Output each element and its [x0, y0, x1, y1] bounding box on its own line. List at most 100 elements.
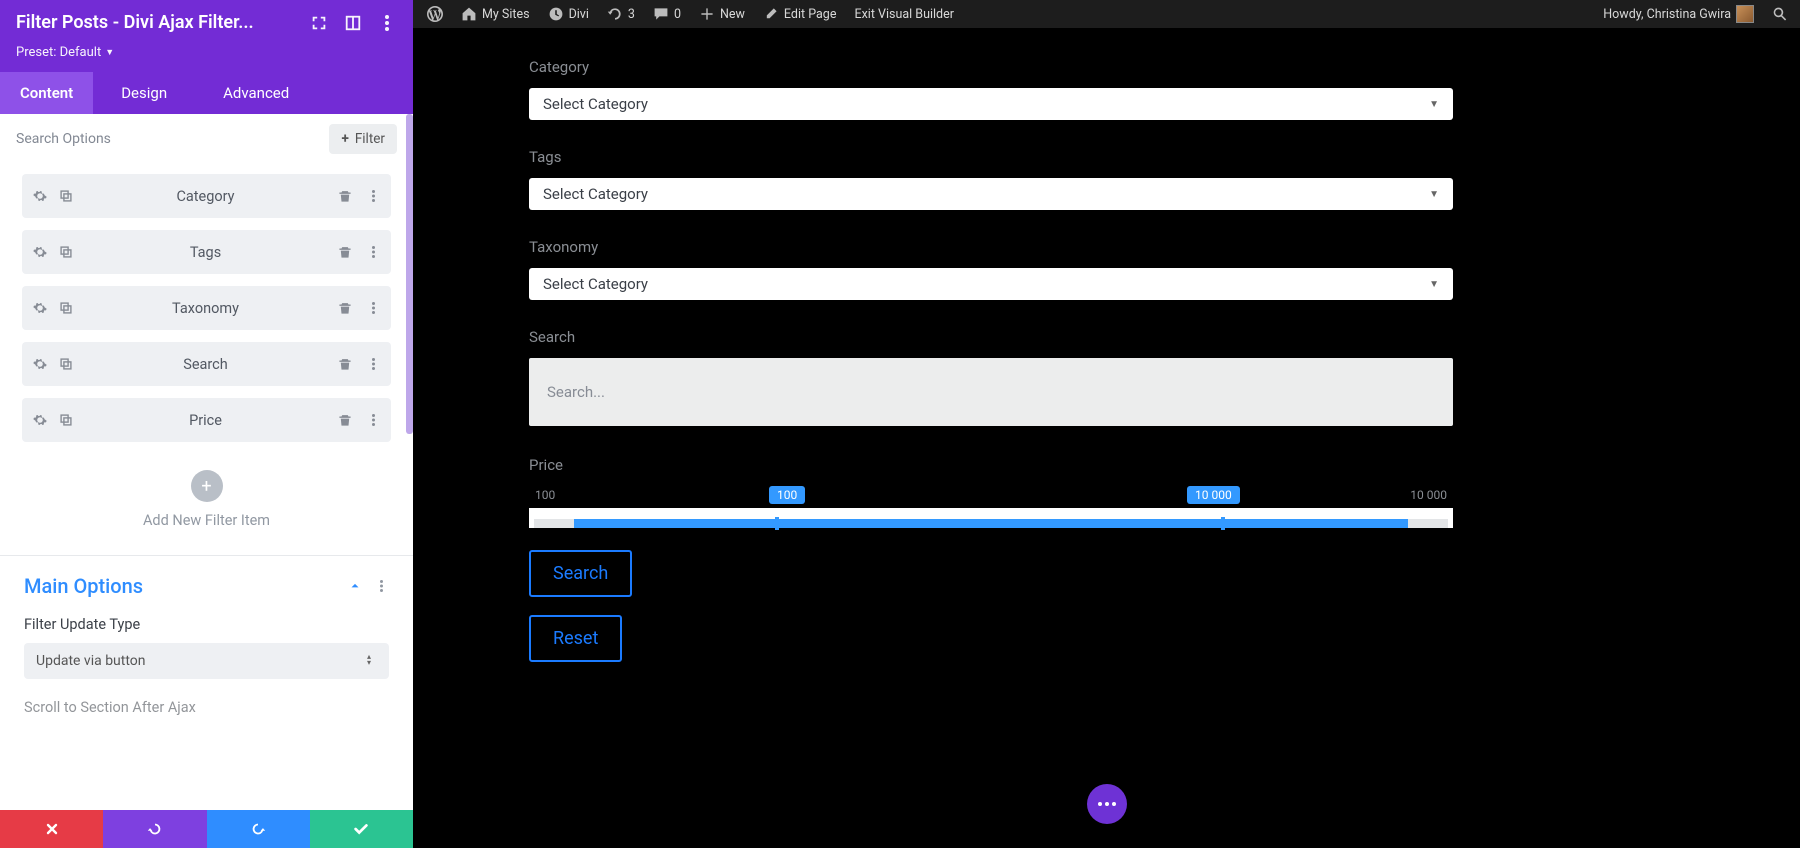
discard-button[interactable] — [0, 810, 103, 848]
filter-item[interactable]: Search — [22, 342, 391, 386]
refresh[interactable]: 3 — [599, 0, 643, 28]
save-button[interactable] — [310, 810, 413, 848]
filter-item[interactable]: Price — [22, 398, 391, 442]
filter-item-label: Taxonomy — [74, 300, 337, 317]
duplicate-icon[interactable] — [58, 412, 74, 428]
duplicate-icon[interactable] — [58, 300, 74, 316]
wp-logo[interactable] — [419, 0, 451, 28]
more-icon[interactable] — [365, 188, 381, 204]
my-sites-label: My Sites — [482, 7, 530, 22]
preview-category-select[interactable]: Select Category ▼ — [529, 88, 1453, 120]
price-max-label: 10 000 — [1410, 488, 1447, 502]
preview-price-slider[interactable]: 100 10 000 100 10 000 — [529, 486, 1453, 528]
divi-label: Divi — [569, 7, 589, 22]
filter-update-type-value: Update via button — [36, 653, 146, 669]
tab-design[interactable]: Design — [93, 72, 195, 114]
filter-item[interactable]: Taxonomy — [22, 286, 391, 330]
preview-category-label: Category — [529, 58, 1453, 76]
preview-reset-button[interactable]: Reset — [529, 615, 622, 662]
preview-search-button[interactable]: Search — [529, 550, 632, 597]
duplicate-icon[interactable] — [58, 188, 74, 204]
panel-scrollbar[interactable] — [406, 114, 413, 434]
refresh-icon — [607, 6, 623, 22]
more-icon[interactable] — [365, 356, 381, 372]
plus-icon: + — [341, 131, 348, 147]
gear-icon[interactable] — [32, 300, 48, 316]
comments[interactable]: 0 — [645, 0, 689, 28]
add-filter-button[interactable]: + Filter — [329, 124, 397, 154]
price-lo-badge: 100 — [769, 486, 805, 504]
preset-label: Preset: Default — [16, 45, 101, 60]
howdy-label: Howdy, Christina Gwira — [1603, 7, 1731, 22]
add-new-filter-button[interactable]: + — [191, 470, 223, 502]
trash-icon[interactable] — [337, 188, 353, 204]
builder-fab[interactable] — [1087, 784, 1127, 824]
tab-content[interactable]: Content — [0, 72, 93, 114]
adminbar-search[interactable] — [1766, 0, 1794, 28]
divider — [0, 555, 413, 556]
trash-icon[interactable] — [337, 300, 353, 316]
module-settings-panel: Filter Posts - Divi Ajax Filter... Prese… — [0, 0, 413, 848]
search-icon — [1772, 6, 1788, 22]
sort-icon — [367, 654, 377, 668]
trash-icon[interactable] — [337, 412, 353, 428]
dashboard-icon — [548, 6, 564, 22]
expand-icon[interactable] — [309, 13, 329, 33]
more-icon[interactable] — [365, 300, 381, 316]
refresh-count: 3 — [628, 7, 635, 22]
gear-icon[interactable] — [32, 188, 48, 204]
search-options-title: Search Options — [16, 131, 329, 147]
chevron-up-icon[interactable] — [347, 578, 363, 594]
preview-search-input[interactable]: Search... — [529, 358, 1453, 426]
divi-link[interactable]: Divi — [540, 0, 597, 28]
preview-tags-select[interactable]: Select Category ▼ — [529, 178, 1453, 210]
preset-selector[interactable]: Preset: Default ▼ — [0, 45, 413, 72]
more-icon[interactable] — [365, 412, 381, 428]
more-icon[interactable] — [365, 244, 381, 260]
wp-adminbar: My Sites Divi 3 0 New Edit Page Exit Vis… — [413, 0, 1800, 28]
filter-list: Category Tags Taxonomy Search Price — [0, 164, 413, 442]
gear-icon[interactable] — [32, 356, 48, 372]
more-icon[interactable] — [377, 13, 397, 33]
more-icon[interactable] — [373, 578, 389, 594]
price-lo-handle[interactable] — [775, 517, 779, 530]
columns-icon[interactable] — [343, 13, 363, 33]
preview-tags-value: Select Category — [543, 185, 648, 203]
trash-icon[interactable] — [337, 244, 353, 260]
undo-button[interactable] — [103, 810, 206, 848]
gear-icon[interactable] — [32, 244, 48, 260]
new-link[interactable]: New — [691, 0, 753, 28]
main-options-title: Main Options — [24, 574, 143, 598]
tab-advanced[interactable]: Advanced — [195, 72, 317, 114]
edit-page[interactable]: Edit Page — [755, 0, 845, 28]
gear-icon[interactable] — [32, 412, 48, 428]
filter-item-label: Price — [74, 412, 337, 429]
filter-item-label: Tags — [74, 244, 337, 261]
chevron-down-icon: ▼ — [1429, 189, 1439, 200]
preview-category-value: Select Category — [543, 95, 648, 113]
pencil-icon — [763, 6, 779, 22]
howdy-user[interactable]: Howdy, Christina Gwira — [1595, 0, 1762, 28]
exit-visual-builder[interactable]: Exit Visual Builder — [846, 0, 962, 28]
price-hi-badge: 10 000 — [1187, 486, 1240, 504]
filter-item-label: Category — [74, 188, 337, 205]
scroll-after-ajax-label: Scroll to Section After Ajax — [24, 699, 389, 716]
chevron-down-icon: ▼ — [1429, 279, 1439, 290]
price-hi-handle[interactable] — [1221, 517, 1225, 530]
preview-taxonomy-select[interactable]: Select Category ▼ — [529, 268, 1453, 300]
filter-item[interactable]: Category — [22, 174, 391, 218]
trash-icon[interactable] — [337, 356, 353, 372]
filter-update-type-select[interactable]: Update via button — [24, 643, 389, 679]
add-new-filter-label: Add New Filter Item — [0, 512, 413, 529]
my-sites[interactable]: My Sites — [453, 0, 538, 28]
preview-taxonomy-value: Select Category — [543, 275, 648, 293]
preview-tags-label: Tags — [529, 148, 1453, 166]
comment-count: 0 — [674, 7, 681, 22]
duplicate-icon[interactable] — [58, 244, 74, 260]
redo-button[interactable] — [207, 810, 310, 848]
preview-search-placeholder: Search... — [547, 383, 605, 401]
chevron-down-icon: ▼ — [1429, 99, 1439, 110]
page-preview: Category Select Category ▼ Tags Select Ca… — [413, 28, 1800, 848]
filter-item[interactable]: Tags — [22, 230, 391, 274]
duplicate-icon[interactable] — [58, 356, 74, 372]
